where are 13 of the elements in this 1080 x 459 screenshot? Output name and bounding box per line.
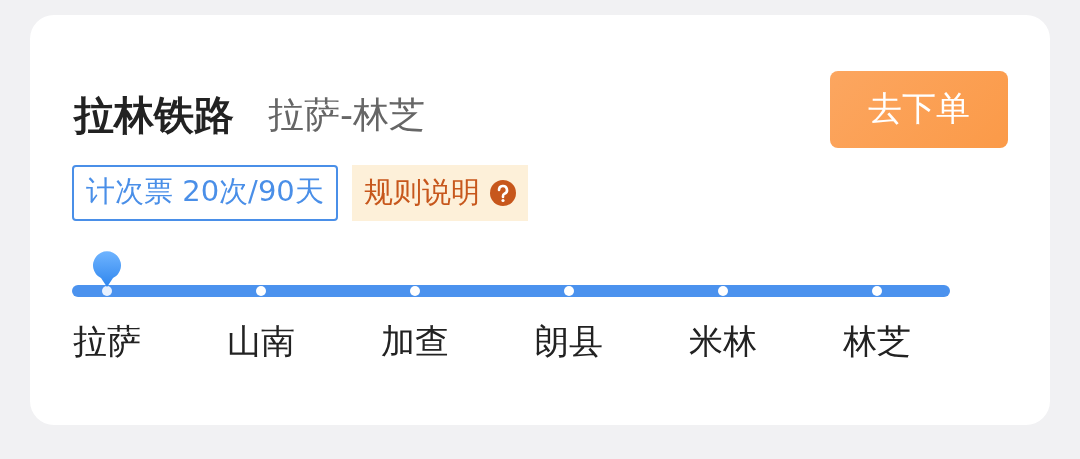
station-name: 拉萨	[73, 320, 141, 363]
station-name: 加查	[381, 320, 449, 363]
station-name: 山南	[227, 320, 295, 363]
route-text: 拉萨-林芝	[268, 92, 425, 137]
station-name: 米林	[689, 320, 757, 363]
railway-title: 拉林铁路	[74, 90, 234, 140]
help-icon	[489, 180, 516, 206]
location-pin-icon	[92, 251, 122, 287]
ticket-tag: 计次票 20次/90天	[72, 165, 338, 221]
order-button[interactable]: 去下单	[830, 70, 1008, 148]
station-name: 林芝	[843, 320, 911, 363]
rules-link[interactable]: 规则说明	[351, 165, 528, 221]
station-name: 朗县	[535, 320, 603, 363]
